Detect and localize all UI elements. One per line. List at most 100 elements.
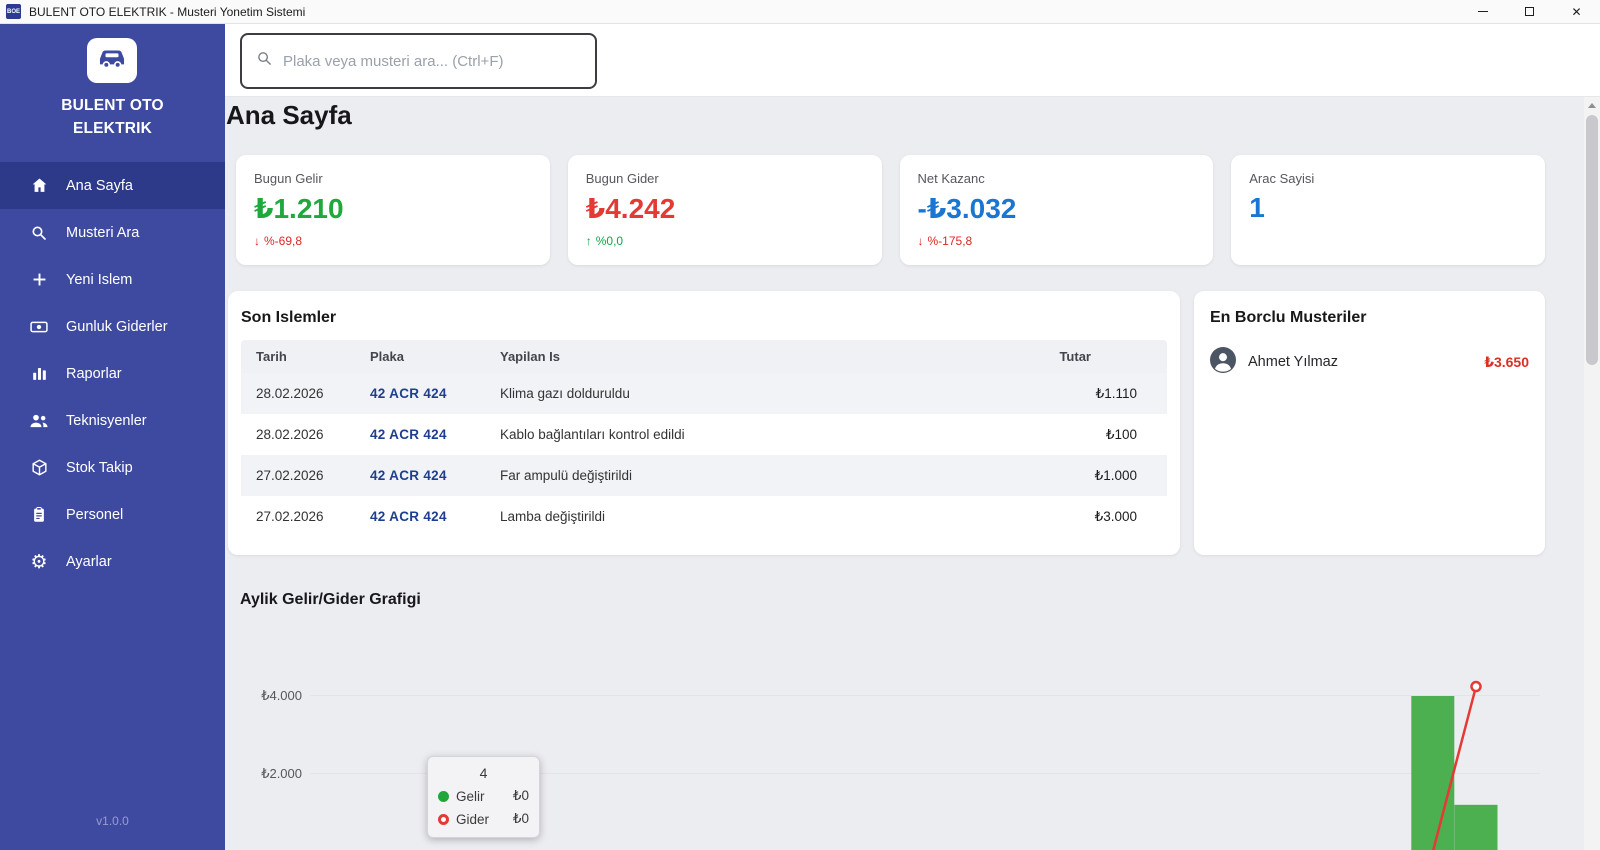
stat-value: 1 [1249,192,1527,224]
table-row[interactable]: 28.02.2026 42 ACR 424 Kablo bağlantıları… [241,414,1167,455]
cell-date: 28.02.2026 [256,386,370,401]
sidebar-item-stok-takip[interactable]: Stok Takip [0,444,225,491]
maximize-icon [1525,7,1534,16]
sidebar-item-label: Stok Takip [66,460,133,476]
sidebar-nav: Ana Sayfa Musteri Ara Yeni Islem Gunluk … [0,162,225,585]
cell-amount: ₺3.000 [1017,509,1167,525]
table-row[interactable]: 27.02.2026 42 ACR 424 Lamba değiştirildi… [241,496,1167,537]
sidebar: BULENT OTO ELEKTRIK Ana Sayfa Musteri Ar… [0,24,225,850]
cube-icon [29,458,49,478]
scroll-up-button[interactable] [1584,97,1600,113]
table-row[interactable]: 28.02.2026 42 ACR 424 Klima gazı dolduru… [241,373,1167,414]
car-icon [95,41,129,80]
cell-plate: 42 ACR 424 [370,427,500,442]
tooltip-series-value: ₺0 [513,811,529,827]
cell-amount: ₺1.000 [1017,468,1167,484]
window-controls: ✕ [1459,0,1600,23]
stat-value: ₺1.210 [254,192,532,225]
close-button[interactable]: ✕ [1553,0,1600,23]
stat-card-arac-sayisi: Arac Sayisi 1 [1231,155,1545,265]
y-axis-tick: ₺2.000 [252,766,302,782]
stat-card-net-kazanc: Net Kazanc -₺3.032 ↓ %-175,8 [900,155,1214,265]
stat-delta-value: %0,0 [596,234,623,248]
minimize-icon [1478,11,1488,12]
tooltip-series-name: Gider [456,812,489,827]
clipboard-icon [29,505,49,525]
sidebar-item-gunluk-giderler[interactable]: Gunluk Giderler [0,303,225,350]
table-header-row: Tarih Plaka Yapilan Is Tutar [241,340,1167,373]
stat-label: Bugun Gelir [254,171,532,186]
cell-amount: ₺1.110 [1017,386,1167,402]
table-row[interactable]: 27.02.2026 42 ACR 424 Far ampulü değişti… [241,455,1167,496]
list-item[interactable]: Ahmet Yılmaz ₺3.650 [1210,347,1529,377]
stat-value: ₺4.242 [586,192,864,225]
chart-title: Aylik Gelir/Gider Grafigi [240,591,421,609]
plus-icon [29,270,49,290]
trend-up-icon: ↑ [586,234,592,248]
cell-job: Lamba değiştirildi [500,509,1017,524]
tooltip-row: Gider ₺0 [438,811,529,827]
banknote-icon [29,317,49,337]
cell-amount: ₺100 [1017,427,1167,443]
cell-date: 27.02.2026 [256,509,370,524]
search-input[interactable] [283,53,581,70]
app-version: v1.0.0 [0,814,225,828]
search-icon [256,50,273,72]
sidebar-item-label: Gunluk Giderler [66,319,168,335]
transactions-table: Tarih Plaka Yapilan Is Tutar 28.02.2026 … [241,340,1167,537]
stat-delta: ↑ %0,0 [586,234,864,248]
stat-cards-row: Bugun Gelir ₺1.210 ↓ %-69,8 Bugun Gider … [236,155,1545,265]
trend-down-icon: ↓ [918,234,924,248]
sidebar-item-personel[interactable]: Personel [0,491,225,538]
sidebar-item-label: Ayarlar [66,554,112,570]
sidebar-item-musteri-ara[interactable]: Musteri Ara [0,209,225,256]
scrollbar-thumb[interactable] [1586,115,1598,365]
window-titlebar: BOE BULENT OTO ELEKTRIK - Musteri Yoneti… [0,0,1600,24]
search-box[interactable] [240,33,597,89]
bar-chart-icon [29,364,49,384]
cell-plate: 42 ACR 424 [370,509,500,524]
scrollbar[interactable] [1584,97,1600,850]
panel-title: Son Islemler [228,291,1180,327]
cell-job: Kablo bağlantıları kontrol edildi [500,427,1017,442]
column-header: Tutar [1017,349,1167,364]
stat-delta-value: %-175,8 [928,234,973,248]
sidebar-item-teknisyenler[interactable]: Teknisyenler [0,397,225,444]
gelir-point-icon [438,791,449,802]
gridline [310,695,1540,696]
y-axis-tick: ₺4.000 [252,688,302,704]
gider-point-icon [438,814,449,825]
stat-value: -₺3.032 [918,192,1196,225]
sidebar-item-label: Teknisyenler [66,413,147,429]
column-header: Plaka [370,349,500,364]
stat-card-bugun-gider: Bugun Gider ₺4.242 ↑ %0,0 [568,155,882,265]
sidebar-item-label: Raporlar [66,366,122,382]
app-icon: BOE [6,4,21,19]
app-logo [87,38,137,83]
sidebar-item-raporlar[interactable]: Raporlar [0,350,225,397]
stat-card-bugun-gelir: Bugun Gelir ₺1.210 ↓ %-69,8 [236,155,550,265]
sidebar-item-ayarlar[interactable]: ⚙ Ayarlar [0,538,225,585]
home-icon [29,176,49,196]
people-icon [29,411,49,431]
sidebar-item-label: Ana Sayfa [66,178,133,194]
debtor-amount: ₺3.650 [1484,354,1529,371]
trend-down-icon: ↓ [254,234,260,248]
tooltip-row: Gelir ₺0 [438,788,529,804]
debtor-name: Ahmet Yılmaz [1248,354,1338,370]
recent-transactions-panel: Son Islemler Tarih Plaka Yapilan Is Tuta… [228,291,1180,555]
cell-plate: 42 ACR 424 [370,468,500,483]
panel-title: En Borclu Musteriler [1194,291,1545,327]
page-title: Ana Sayfa [226,100,352,131]
stat-label: Bugun Gider [586,171,864,186]
avatar [1210,347,1236,378]
minimize-button[interactable] [1459,0,1506,23]
stat-delta: ↓ %-175,8 [918,234,1196,248]
sidebar-item-ana-sayfa[interactable]: Ana Sayfa [0,162,225,209]
cell-job: Klima gazı dolduruldu [500,386,1017,401]
sidebar-item-yeni-islem[interactable]: Yeni Islem [0,256,225,303]
sidebar-item-label: Yeni Islem [66,272,132,288]
window-title: BULENT OTO ELEKTRIK - Musteri Yonetim Si… [29,5,305,19]
brand-title: BULENT OTO ELEKTRIK [0,94,225,140]
maximize-button[interactable] [1506,0,1553,23]
